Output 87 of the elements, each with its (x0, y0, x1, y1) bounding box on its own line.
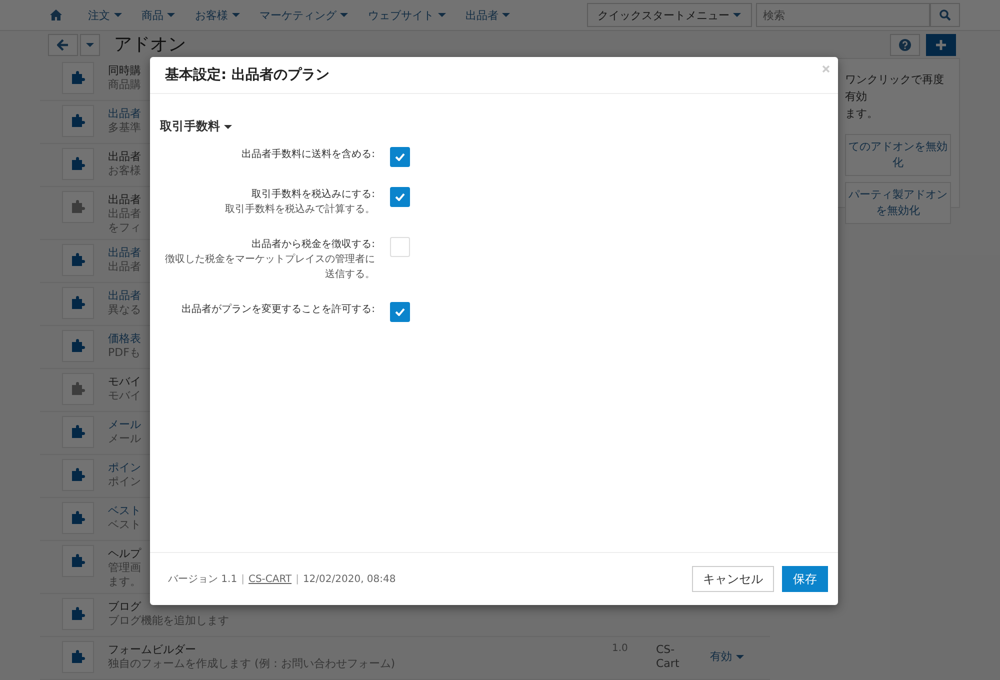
nav-menu[interactable]: ウェブサイト (358, 8, 456, 22)
addon-title[interactable]: 出品者 (108, 193, 141, 207)
addon-description: 異なる (108, 303, 141, 317)
add-button[interactable] (926, 34, 956, 56)
setting-label: 出品者がプランを変更することを許可する: (180, 302, 375, 317)
back-button[interactable] (48, 34, 78, 56)
addon-title[interactable]: ベスト (108, 504, 141, 518)
addon-title[interactable]: 出品者 (108, 289, 141, 303)
home-icon[interactable] (50, 9, 62, 21)
addon-description: 多基準 (108, 121, 141, 135)
search-icon (939, 9, 951, 21)
dialog-title: 基本設定: 出品者のプラン (165, 66, 330, 84)
nav-menu[interactable]: マーケティング (250, 8, 358, 22)
dropdown-button[interactable] (80, 34, 100, 56)
addon-description: をフィ (108, 221, 141, 235)
sidebar-text: ます。 (845, 106, 879, 122)
addon-description: ポイン (108, 475, 141, 489)
addon-title[interactable]: フォームビルダー (108, 643, 196, 657)
setting-label: 取引手数料を税込みにする: (250, 188, 375, 202)
quickstart-menu-button[interactable]: クイックスタートメニュー (586, 3, 752, 27)
help-icon (899, 38, 911, 50)
search-field[interactable]: 検索 (756, 3, 930, 27)
checkbox[interactable] (390, 147, 410, 167)
addon-title[interactable]: 出品者 (108, 107, 141, 121)
addon-title[interactable]: ポイン (108, 461, 141, 475)
addon-description: 出品者 (108, 260, 141, 274)
footer-text: バージョン 1.1 (168, 573, 238, 586)
caret-icon (167, 13, 175, 18)
addon-title[interactable]: 出品者 (108, 246, 141, 260)
plus-icon (935, 38, 947, 50)
addon-description: PDFも (108, 346, 141, 360)
checkbox[interactable] (390, 302, 410, 322)
addon-description: 管理画 (108, 561, 141, 575)
sidebar-text: ワンクリックで再度有効 (845, 72, 945, 105)
check-icon (395, 153, 405, 161)
addon-description: 出品者 (108, 207, 141, 221)
help-button[interactable] (890, 34, 920, 56)
check-icon (395, 193, 405, 201)
addon-version: 1.0 (612, 642, 629, 654)
addon-description: 独自のフォームを作成します (例：お問い合わせフォーム) (108, 657, 396, 671)
disable-addons-button[interactable]: パーティ製アドオンを無効化 (845, 182, 951, 224)
separator: | (241, 574, 244, 584)
nav-menu[interactable]: 注文 (78, 8, 132, 22)
addon-description: 商品購 (108, 78, 141, 92)
addon-description: メール (108, 432, 141, 446)
addon-title[interactable]: モバイ (108, 375, 141, 389)
caret-icon (438, 13, 446, 18)
addon-title[interactable]: ブログ (108, 600, 141, 614)
back-arrow-icon (57, 38, 69, 50)
setting-help-text: 取引手数料を税込みで計算する。 (224, 202, 375, 217)
nav-menu[interactable]: 出品者 (456, 8, 520, 22)
caret-icon (232, 13, 240, 18)
section-toggle[interactable]: 取引手数料 (160, 118, 828, 135)
setting-label: 出品者から税金を徴収する: (250, 238, 375, 252)
checkbox[interactable] (390, 187, 410, 207)
addon-description: ベスト (108, 518, 141, 532)
caret-icon (502, 13, 510, 18)
caret-icon (224, 124, 232, 129)
addon-title[interactable]: 出品者 (108, 150, 141, 164)
status-dropdown[interactable]: 有効 (710, 641, 770, 664)
addon-description: ブログ機能を追加します (108, 614, 229, 628)
footer-text: 12/02/2020, 08:48 (302, 574, 396, 584)
caret-icon (733, 13, 741, 18)
addon-title[interactable]: ヘルプ (108, 547, 141, 561)
addon-description: ます。 (108, 575, 141, 589)
separator: | (296, 574, 299, 584)
page-title: アドオン (114, 34, 186, 56)
addon-provider: CS-Cart (656, 642, 680, 671)
addon-title[interactable]: メール (108, 418, 141, 432)
addon-title[interactable]: 同時購 (108, 64, 141, 78)
caret-icon (86, 42, 94, 46)
addon-title[interactable]: 価格表 (108, 332, 141, 346)
addon-description: お客様 (108, 164, 141, 178)
nav-menu[interactable]: 商品 (132, 8, 185, 22)
caret-icon (340, 13, 348, 18)
save-button[interactable]: 保存 (782, 566, 828, 592)
cancel-button[interactable]: キャンセル (692, 566, 774, 592)
search-button[interactable] (930, 3, 960, 27)
setting-label: 出品者手数料に送料を含める: (240, 148, 375, 162)
disable-addons-button[interactable]: てのアドオンを無効化 (845, 134, 951, 176)
check-icon (395, 308, 405, 316)
caret-icon (736, 654, 744, 659)
setting-help-text: 徴収した税金をマーケットプレイスの管理者に送信する。 (164, 252, 375, 282)
caret-icon (114, 13, 122, 18)
nav-menu[interactable]: お客様 (185, 8, 250, 22)
vendor-link[interactable]: CS-CART (248, 574, 292, 584)
addon-description: モバイ (108, 389, 141, 403)
